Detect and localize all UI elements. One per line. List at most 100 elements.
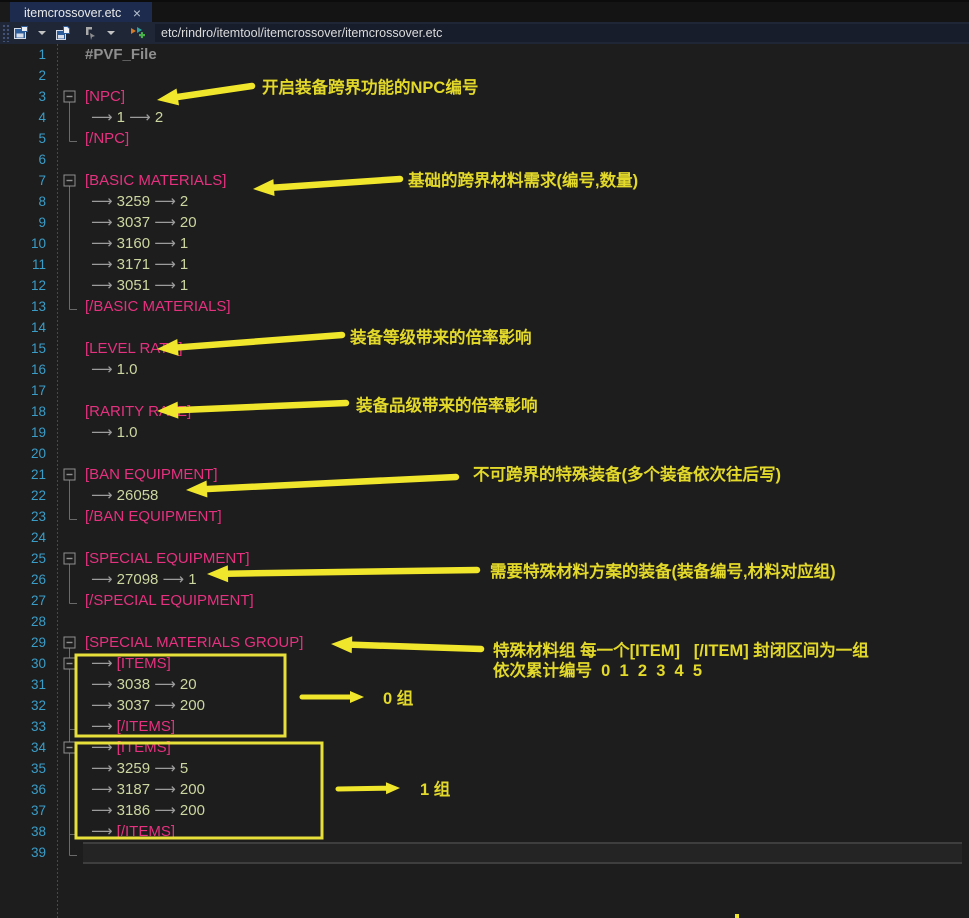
add-link-button[interactable] [126,23,149,43]
tab-close-icon[interactable]: × [130,6,144,20]
code-line[interactable]: 18[RARITY RATE] [0,401,969,422]
code-editor[interactable]: 1#PVF_File23[NPC]4⟶ 1 ⟶ 25[/NPC]67[BASIC… [0,44,969,918]
fold-collapse-icon[interactable] [64,175,75,186]
code-line[interactable]: 29[SPECIAL MATERIALS GROUP] [0,632,969,653]
fold-collapse-icon[interactable] [64,637,75,648]
code-line[interactable]: 15[LEVEL RATE] [0,338,969,359]
code-text: ⟶ [/ITEMS] [91,821,175,842]
line-number: 21 [0,464,46,485]
line-number: 17 [0,380,46,401]
save-dropdown[interactable] [32,23,52,43]
line-number: 6 [0,149,46,170]
code-text: #PVF_File [85,44,157,65]
code-line[interactable]: 32⟶ 3037 ⟶ 200 [0,695,969,716]
code-text: ⟶ [/ITEMS] [91,716,175,737]
code-line[interactable]: 26⟶ 27098 ⟶ 1 [0,569,969,590]
line-number: 38 [0,821,46,842]
code-line[interactable]: 11 ⟶ 3171 ⟶ 1 [0,254,969,275]
code-line[interactable]: 24 [0,527,969,548]
code-line[interactable]: 34 ⟶ [ITEMS] [0,737,969,758]
save-button[interactable] [10,23,32,43]
code-text: [/NPC] [85,128,129,149]
code-text: ⟶ [ITEMS] [91,737,171,758]
line-number: 29 [0,632,46,653]
code-line[interactable]: 7[BASIC MATERIALS] [0,170,969,191]
code-line[interactable]: 36⟶ 3187 ⟶ 200 [0,779,969,800]
code-line[interactable]: 8 ⟶ 3259 ⟶ 2 [0,191,969,212]
code-line[interactable]: 9⟶ 3037 ⟶ 20 [0,212,969,233]
line-number: 27 [0,590,46,611]
code-line[interactable]: 4 ⟶ 1 ⟶ 2 [0,107,969,128]
code-line[interactable]: 19⟶ 1.0 [0,422,969,443]
code-text: ⟶ 3259 ⟶ 5 [91,758,188,779]
code-line[interactable]: 1#PVF_File [0,44,969,65]
code-line[interactable]: 2 [0,65,969,86]
line-number: 10 [0,233,46,254]
code-text: [/BAN EQUIPMENT] [85,506,222,527]
line-number: 39 [0,842,46,863]
code-text: ⟶ 3171 ⟶ 1 [91,254,188,275]
code-line[interactable]: 5 [/NPC] [0,128,969,149]
code-text: [RARITY RATE] [85,401,191,422]
symbol-picker-button[interactable] [79,23,101,43]
code-line[interactable]: 21 [BAN EQUIPMENT] [0,464,969,485]
breadcrumb[interactable]: etc/rindro/itemtool/itemcrossover/itemcr… [155,26,442,40]
save-as-icon [55,25,71,41]
code-line[interactable]: 17 [0,380,969,401]
code-line[interactable]: 37⟶ 3186 ⟶ 200 [0,800,969,821]
breadcrumb-bar: etc/rindro/itemtool/itemcrossover/itemcr… [155,24,969,42]
line-number: 9 [0,212,46,233]
symbol-picker-icon [82,25,98,41]
code-line[interactable]: 38 ⟶ [/ITEMS] [0,821,969,842]
fold-collapse-icon[interactable] [64,742,75,753]
code-line[interactable]: 22⟶ 26058 [0,485,969,506]
code-line[interactable]: 33 ⟶ [/ITEMS] [0,716,969,737]
line-number: 36 [0,779,46,800]
code-line[interactable]: 23 [/BAN EQUIPMENT] [0,506,969,527]
code-line[interactable]: 20 [0,443,969,464]
code-line[interactable]: 12⟶ 3051 ⟶ 1 [0,275,969,296]
fold-collapse-icon[interactable] [64,553,75,564]
line-number: 4 [0,107,46,128]
code-line[interactable]: 14 [0,317,969,338]
code-line[interactable]: 16⟶ 1.0 [0,359,969,380]
code-line[interactable]: 3[NPC] [0,86,969,107]
code-text: [SPECIAL EQUIPMENT] [85,548,249,569]
line-number: 11 [0,254,46,275]
code-line[interactable]: 10 ⟶ 3160 ⟶ 1 [0,233,969,254]
code-line[interactable]: 35⟶ 3259 ⟶ 5 [0,758,969,779]
toolbar: etc/rindro/itemtool/itemcrossover/itemcr… [0,22,969,44]
line-number: 24 [0,527,46,548]
line-number: 32 [0,695,46,716]
grip-handle-icon[interactable] [2,24,10,42]
fold-collapse-icon[interactable] [64,658,75,669]
code-text: [BAN EQUIPMENT] [85,464,218,485]
code-line[interactable]: 13[/BASIC MATERIALS] [0,296,969,317]
line-number: 8 [0,191,46,212]
code-line[interactable]: 28 [0,611,969,632]
code-line[interactable]: 31⟶ 3038 ⟶ 20 [0,674,969,695]
code-text: ⟶ 3051 ⟶ 1 [91,275,188,296]
symbol-dropdown[interactable] [101,23,121,43]
line-number: 22 [0,485,46,506]
code-text: ⟶ 1 ⟶ 2 [91,107,163,128]
code-text: ⟶ 3160 ⟶ 1 [91,233,188,254]
code-line[interactable]: 25[SPECIAL EQUIPMENT] [0,548,969,569]
line-number: 5 [0,128,46,149]
line-number: 33 [0,716,46,737]
code-line[interactable]: 6 [0,149,969,170]
code-text: [NPC] [85,86,125,107]
line-number: 19 [0,422,46,443]
add-link-icon [129,25,146,41]
fold-collapse-icon[interactable] [64,469,75,480]
line-number: 13 [0,296,46,317]
fold-collapse-icon[interactable] [64,91,75,102]
code-text: ⟶ 3259 ⟶ 2 [91,191,188,212]
tab-itemcrossover[interactable]: itemcrossover.etc × [10,2,152,24]
save-as-button[interactable] [52,23,74,43]
code-line[interactable]: 30⟶ [ITEMS] [0,653,969,674]
line-number: 23 [0,506,46,527]
code-line[interactable]: 27[/SPECIAL EQUIPMENT] [0,590,969,611]
line-number: 34 [0,737,46,758]
code-text: [BASIC MATERIALS] [85,170,226,191]
